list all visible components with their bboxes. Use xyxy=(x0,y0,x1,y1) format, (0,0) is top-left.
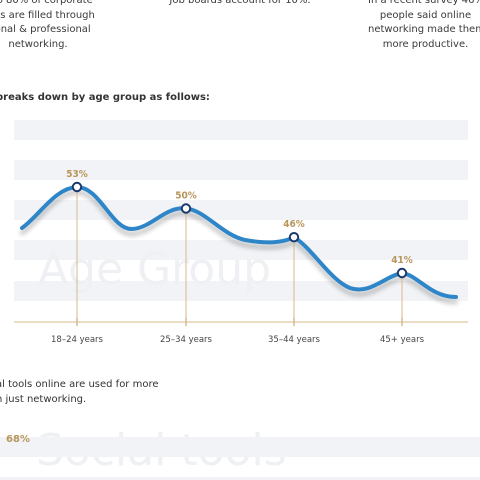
data-label: 41% xyxy=(391,255,413,266)
data-point-marker xyxy=(396,267,408,279)
data-label: 50% xyxy=(175,191,197,202)
grid-band xyxy=(14,120,468,140)
x-tick-label: 18–24 years xyxy=(51,335,104,345)
grid-band xyxy=(0,437,480,457)
x-tick-label: 45+ years xyxy=(380,335,425,345)
footer-line: n just networking. xyxy=(0,393,87,405)
data-point-marker xyxy=(288,231,300,243)
age-group-chart: Age GroupSocial tools 53%18–24 years50%2… xyxy=(0,120,480,480)
x-tick-label: 25–34 years xyxy=(160,335,213,345)
grid-band xyxy=(14,200,468,220)
social-tools-text: al tools online are used for more n just … xyxy=(0,378,159,407)
footer-line: al tools online are used for more xyxy=(0,379,159,390)
social-tools-stat: 68% xyxy=(6,434,30,445)
data-label: 53% xyxy=(66,169,88,180)
chart-watermark: Age Group xyxy=(38,244,271,295)
data-point-marker xyxy=(180,203,192,214)
x-tick-label: 35–44 years xyxy=(268,335,321,345)
data-label: 46% xyxy=(283,219,305,230)
data-point-marker xyxy=(71,181,83,193)
